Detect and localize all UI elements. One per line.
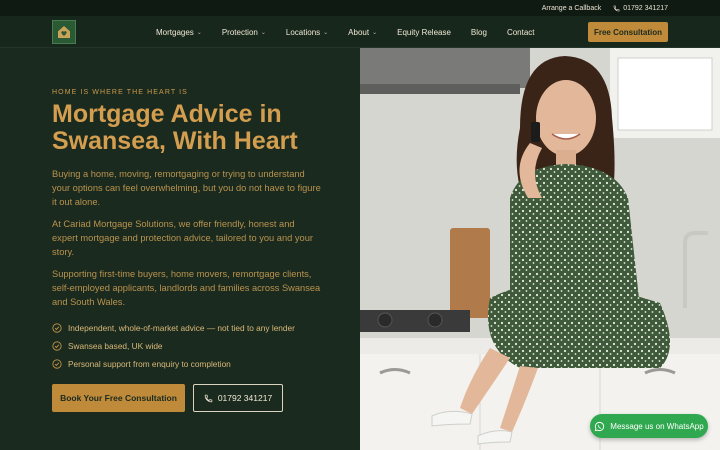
whatsapp-label: Message us on WhatsApp: [610, 421, 704, 431]
nav-item-label: Equity Release: [397, 27, 451, 37]
page-title: Mortgage Advice in Swansea, With Heart: [52, 100, 298, 155]
phone-icon: [613, 5, 620, 11]
whatsapp-icon: [595, 421, 605, 431]
site-logo[interactable]: [52, 20, 76, 44]
top-utility-bar: Arrange a Callback 01792 341217: [0, 0, 720, 16]
benefit-text: Swansea based, UK wide: [68, 341, 163, 351]
nav-item-label: Locations: [285, 27, 321, 37]
nav-item-blog[interactable]: Blog: [471, 28, 487, 37]
phone-icon: [204, 394, 213, 402]
check-circle-icon: [52, 341, 62, 351]
hero-paragraph: At Cariad Mortgage Solutions, we offer f…: [52, 219, 313, 257]
phone-button-label: 01792 341217: [217, 393, 273, 403]
house-heart-logo-icon: [58, 26, 70, 38]
nav-links: Mortgages ⌄ Protection ⌄ Locations ⌄ Abo…: [156, 16, 535, 48]
nav-item-mortgages[interactable]: Mortgages ⌄: [156, 28, 202, 37]
list-item: Swansea based, UK wide: [52, 337, 352, 355]
advisor-photo-illustration: [360, 48, 720, 450]
topbar-phone-link[interactable]: 01792 341217: [613, 5, 668, 12]
advisor-photo: [360, 48, 720, 450]
nav-item-about[interactable]: About ⌄: [348, 28, 377, 37]
check-circle-icon: [52, 359, 62, 369]
hero-paragraph: Supporting first-time buyers, home mover…: [52, 269, 321, 307]
arrange-callback-label: Arrange a Callback: [541, 4, 602, 12]
main-navigation: Mortgages ⌄ Protection ⌄ Locations ⌄ Abo…: [0, 16, 720, 48]
whatsapp-button[interactable]: Message us on WhatsApp: [590, 414, 708, 438]
nav-item-label: Mortgages: [156, 27, 194, 37]
list-item: Independent, whole-of-market advice — no…: [52, 319, 352, 337]
topbar-phone-label: 01792 341217: [623, 4, 668, 12]
nav-item-equity-release[interactable]: Equity Release: [397, 28, 451, 37]
nav-item-locations[interactable]: Locations ⌄: [286, 28, 328, 37]
free-consultation-button[interactable]: Free Consultation: [588, 22, 668, 42]
nav-item-label: Protection: [221, 27, 258, 37]
list-item: Personal support from enquiry to complet…: [52, 355, 352, 373]
nav-item-protection[interactable]: Protection ⌄: [222, 28, 266, 37]
call-phone-button[interactable]: 01792 341217: [193, 384, 283, 412]
nav-item-label: About: [348, 27, 370, 37]
chevron-down-icon: ⌄: [260, 29, 266, 36]
hero-paragraph: Buying a home, moving, remortgaging or t…: [52, 169, 321, 207]
chevron-down-icon: ⌄: [372, 29, 378, 36]
hero-eyebrow: HOME IS WHERE THE HEART IS: [52, 89, 188, 96]
nav-item-label: Contact: [506, 27, 535, 37]
chevron-down-icon: ⌄: [323, 29, 329, 36]
nav-item-label: Blog: [470, 27, 487, 37]
benefit-text: Personal support from enquiry to complet…: [68, 359, 231, 369]
check-circle-icon: [52, 323, 62, 333]
benefits-list: Independent, whole-of-market advice — no…: [52, 319, 352, 373]
arrange-callback-link[interactable]: Arrange a Callback: [542, 5, 602, 12]
chevron-down-icon: ⌄: [196, 29, 202, 36]
benefit-text: Independent, whole-of-market advice — no…: [68, 323, 295, 333]
nav-item-contact[interactable]: Contact: [507, 28, 535, 37]
book-consultation-button[interactable]: Book Your Free Consultation: [52, 384, 185, 412]
hero-content: HOME IS WHERE THE HEART IS Mortgage Advi…: [0, 48, 360, 450]
